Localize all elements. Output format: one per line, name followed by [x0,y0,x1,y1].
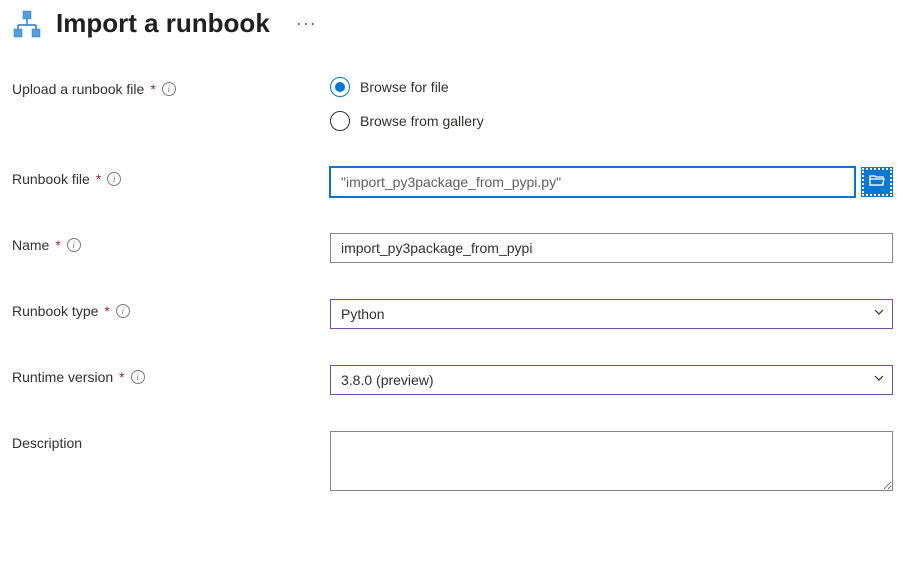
runbook-type-row: Runbook type * i Python [12,299,893,329]
name-input[interactable] [330,233,893,263]
radio-browse-gallery[interactable]: Browse from gallery [330,111,893,131]
info-icon[interactable]: i [116,304,130,318]
runtime-version-value: 3.8.0 (preview) [341,372,434,388]
upload-radio-group: Browse for file Browse from gallery [330,77,893,131]
runtime-version-select[interactable]: 3.8.0 (preview) [330,365,893,395]
info-icon[interactable]: i [107,172,121,186]
info-icon[interactable]: i [67,238,81,252]
runbook-type-value: Python [341,306,385,322]
radio-browse-file[interactable]: Browse for file [330,77,893,97]
runtime-version-field-col: 3.8.0 (preview) [330,365,893,395]
runbook-icon [12,9,42,39]
runtime-version-label: Runtime version [12,369,113,385]
runtime-version-row: Runtime version * i 3.8.0 (preview) [12,365,893,395]
description-label: Description [12,435,82,451]
description-row: Description [12,431,893,496]
upload-label-col: Upload a runbook file * i [12,77,330,97]
radio-dot-icon [330,77,350,97]
runtime-version-select-wrap: 3.8.0 (preview) [330,365,893,395]
name-row: Name * i [12,233,893,263]
required-star: * [150,81,155,97]
required-star: * [104,303,109,319]
radio-browse-file-label: Browse for file [360,79,449,95]
radio-empty-icon [330,111,350,131]
runtime-version-label-col: Runtime version * i [12,365,330,385]
file-input-row [330,167,893,197]
runbook-file-label-col: Runbook file * i [12,167,330,187]
runbook-file-row: Runbook file * i [12,167,893,197]
runbook-file-field-col [330,167,893,197]
required-star: * [119,369,124,385]
browse-file-button[interactable] [861,167,893,197]
runbook-file-label: Runbook file [12,171,90,187]
runbook-type-label: Runbook type [12,303,98,319]
runbook-file-input[interactable] [330,167,855,197]
more-actions-button[interactable]: ··· [296,13,317,34]
upload-row: Upload a runbook file * i Browse for fil… [12,77,893,131]
name-label: Name [12,237,49,253]
required-star: * [96,171,101,187]
info-icon[interactable]: i [162,82,176,96]
page-header: Import a runbook ··· [12,8,893,39]
upload-label: Upload a runbook file [12,81,144,97]
radio-browse-gallery-label: Browse from gallery [360,113,484,129]
runbook-type-select-wrap: Python [330,299,893,329]
required-star: * [55,237,60,253]
folder-icon [869,173,885,192]
runbook-type-select[interactable]: Python [330,299,893,329]
description-field-col [330,431,893,496]
description-input[interactable] [330,431,893,491]
info-icon[interactable]: i [131,370,145,384]
name-field-col [330,233,893,263]
description-label-col: Description [12,431,330,451]
name-label-col: Name * i [12,233,330,253]
page-title: Import a runbook [56,8,270,39]
runbook-type-field-col: Python [330,299,893,329]
runbook-type-label-col: Runbook type * i [12,299,330,319]
upload-field-col: Browse for file Browse from gallery [330,77,893,131]
